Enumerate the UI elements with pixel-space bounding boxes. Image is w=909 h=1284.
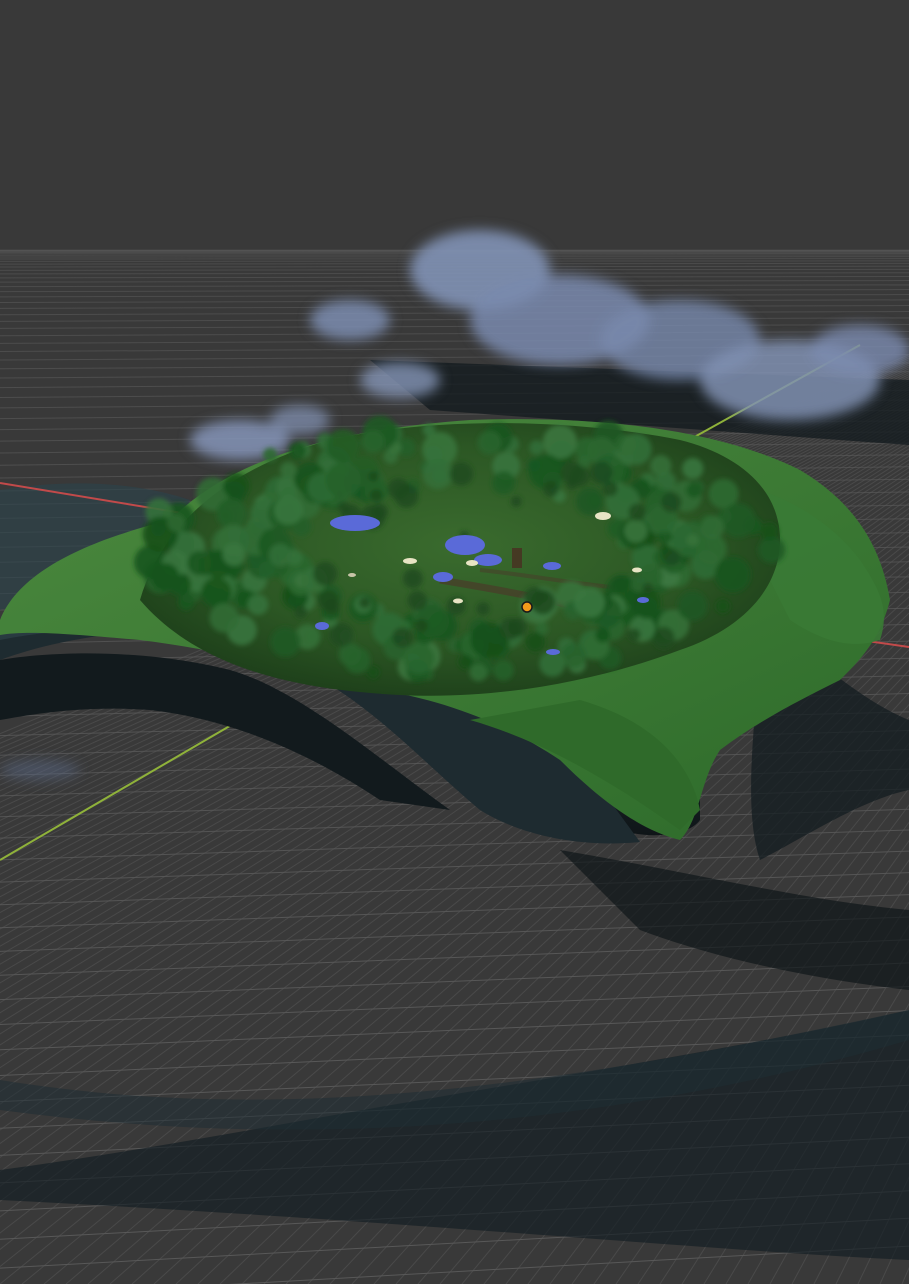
viewport-scene: [0, 230, 909, 1284]
object-origin-marker[interactable]: [521, 601, 533, 613]
3d-viewport[interactable]: [0, 0, 909, 1284]
